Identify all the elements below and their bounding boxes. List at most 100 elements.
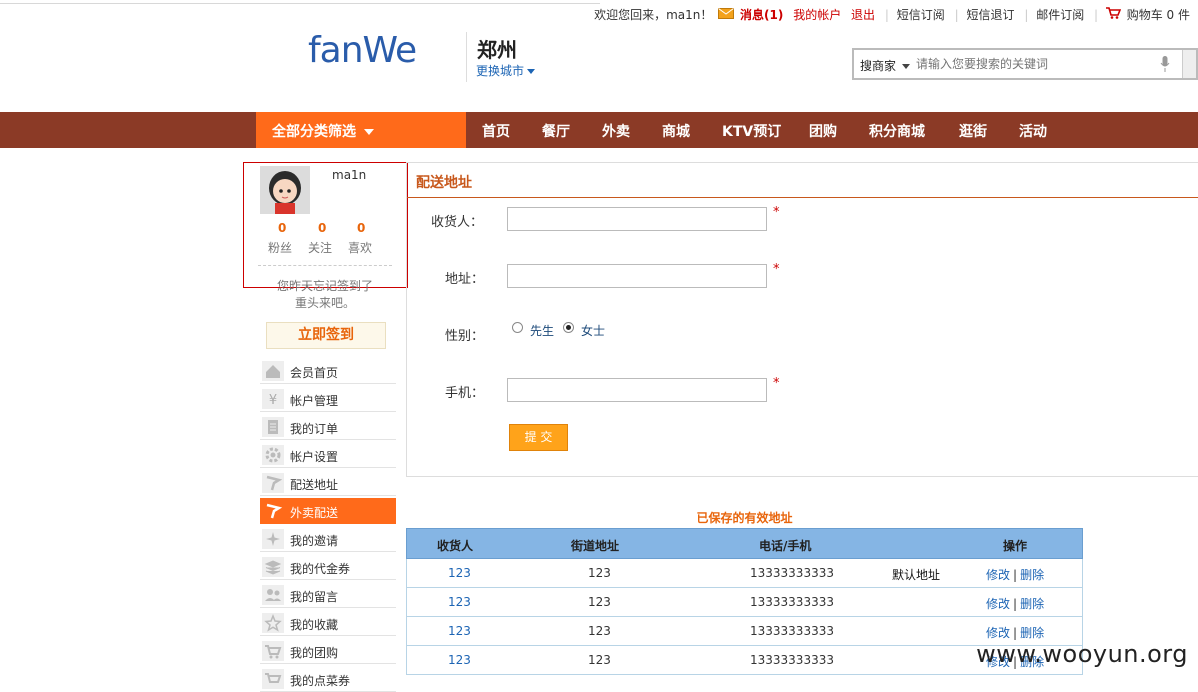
address-label: 地址： <box>445 272 485 287</box>
edit-link[interactable]: 修改 <box>986 597 1010 611</box>
star-icon <box>262 613 284 633</box>
menu-item-member-home[interactable]: 会员首页 <box>260 358 396 384</box>
caret-down-icon <box>902 64 911 69</box>
search-category-select[interactable]: 搜商家 <box>860 57 911 74</box>
nav-item-groupbuy[interactable]: 团购 <box>809 121 837 141</box>
receiver-cell[interactable]: 123 <box>448 624 471 638</box>
saved-addresses-title: 已保存的有效地址 <box>696 511 793 525</box>
search-box: 搜商家 <box>852 48 1198 80</box>
follow-count[interactable]: 0 <box>318 221 326 235</box>
sms-unsubscribe-link[interactable]: 短信退订 <box>966 8 1014 22</box>
receiver-cell[interactable]: 123 <box>448 653 471 667</box>
watermark: www.wooyun.org <box>976 640 1188 668</box>
cart-icon[interactable] <box>1105 7 1125 22</box>
sign-in-button[interactable]: 立即签到 <box>266 322 386 349</box>
caret-down-icon <box>364 129 374 135</box>
menu-item-label: 我的留言 <box>290 590 339 604</box>
messages-link[interactable]: 消息(1) <box>740 8 783 22</box>
menu-item-label: 我的团购 <box>290 646 339 660</box>
menu-item-account-settings[interactable]: 帐户设置 <box>260 442 396 468</box>
default-address-badge[interactable]: 默认地址 <box>892 566 940 583</box>
receiver-input[interactable] <box>507 207 767 231</box>
receiver-cell[interactable]: 123 <box>448 566 471 580</box>
menu-item-my-dish-vouchers[interactable]: 我的点菜券 <box>260 666 396 692</box>
divider: | <box>884 8 889 22</box>
delete-link[interactable]: 删除 <box>1020 568 1044 582</box>
welcome-text: 欢迎您回来，ma1n！ <box>594 8 713 22</box>
nav-item-points-mall[interactable]: 积分商城 <box>869 121 925 141</box>
sign-hint: 您昨天忘记签到了 重头来吧。 <box>262 278 388 312</box>
sms-subscribe-link[interactable]: 短信订阅 <box>897 8 945 22</box>
phone-input[interactable] <box>507 378 767 402</box>
street-cell: 123 <box>588 653 611 667</box>
change-city-link[interactable]: 更换城市 <box>476 62 536 79</box>
menu-item-label: 帐户管理 <box>290 394 339 408</box>
table-row: 123 123 13333333333 修改 | 删除 <box>406 588 1083 617</box>
all-categories-button[interactable]: 全部分类筛选 <box>256 112 466 148</box>
gender-female-radio[interactable] <box>563 322 574 333</box>
mail-icon[interactable] <box>718 8 738 22</box>
menu-item-my-messages[interactable]: 我的留言 <box>260 582 396 608</box>
menu-item-label: 会员首页 <box>290 366 339 380</box>
all-categories-label: 全部分类筛选 <box>272 124 356 140</box>
menu-item-delivery-address[interactable]: 配送地址 <box>260 470 396 496</box>
likes-count[interactable]: 0 <box>357 221 365 235</box>
search-category-label: 搜商家 <box>860 59 897 73</box>
divider: | <box>1024 8 1029 22</box>
divider: | <box>1013 626 1018 640</box>
nav-item-home[interactable]: 首页 <box>482 121 510 141</box>
street-cell: 123 <box>588 566 611 580</box>
my-account-link[interactable]: 我的帐户 <box>793 8 841 22</box>
nav-item-restaurant[interactable]: 餐厅 <box>542 121 570 141</box>
nav-item-mall[interactable]: 商城 <box>662 121 690 141</box>
header-divider <box>466 32 467 82</box>
gender-female-label[interactable]: 女士 <box>581 322 605 339</box>
menu-item-label: 我的代金券 <box>290 562 351 576</box>
browser-tab-strip <box>0 0 600 4</box>
submit-button[interactable]: 提 交 <box>509 424 568 451</box>
avatar[interactable] <box>260 166 310 214</box>
menu-item-my-orders[interactable]: 我的订单 <box>260 414 396 440</box>
logout-link[interactable]: 退出 <box>851 8 875 22</box>
site-logo[interactable]: fanWe <box>308 30 428 71</box>
likes-label: 喜欢 <box>348 241 373 255</box>
delete-link[interactable]: 删除 <box>1020 597 1044 611</box>
delete-link[interactable]: 删除 <box>1020 626 1044 640</box>
edit-link[interactable]: 修改 <box>986 568 1010 582</box>
logo-text: fanWe <box>308 30 417 71</box>
menu-item-takeout-delivery[interactable]: 外卖配送 <box>260 498 396 524</box>
operations-cell: 修改 | 删除 <box>986 595 1044 612</box>
fans-count[interactable]: 0 <box>278 221 286 235</box>
column-header: 街道地址 <box>571 539 620 553</box>
nav-item-activities[interactable]: 活动 <box>1019 121 1047 141</box>
menu-item-account-manage[interactable]: ¥ 帐户管理 <box>260 386 396 412</box>
panel-title: 配送地址 <box>416 175 472 191</box>
sign-hint-line-2: 重头来吧。 <box>294 296 355 310</box>
email-subscribe-link[interactable]: 邮件订阅 <box>1036 8 1084 22</box>
phone-cell: 13333333333 <box>750 653 834 667</box>
menu-item-my-invites[interactable]: 我的邀请 <box>260 526 396 552</box>
street-cell: 123 <box>588 595 611 609</box>
street-cell: 123 <box>588 624 611 638</box>
cart-link[interactable]: 购物车 0 件 <box>1127 8 1190 22</box>
menu-item-label: 配送地址 <box>290 478 339 492</box>
nav-item-takeout[interactable]: 外卖 <box>602 121 630 141</box>
search-input[interactable] <box>916 52 1156 76</box>
menu-item-my-groupbuy[interactable]: 我的团购 <box>260 638 396 664</box>
divider: | <box>954 8 959 22</box>
menu-item-my-favorites[interactable]: 我的收藏 <box>260 610 396 636</box>
search-button[interactable] <box>1182 50 1196 78</box>
gender-male-radio[interactable] <box>512 322 523 333</box>
nav-item-shopping[interactable]: 逛街 <box>959 121 987 141</box>
microphone-icon[interactable] <box>1160 56 1170 72</box>
receiver-cell[interactable]: 123 <box>448 595 471 609</box>
nav-item-ktv[interactable]: KTV预订 <box>722 121 781 141</box>
address-input[interactable] <box>507 264 767 288</box>
sparkle-icon <box>262 529 284 549</box>
layers-icon <box>262 557 284 577</box>
gender-male-label[interactable]: 先生 <box>530 322 554 339</box>
svg-text:¥: ¥ <box>269 393 277 408</box>
edit-link[interactable]: 修改 <box>986 626 1010 640</box>
menu-item-my-vouchers[interactable]: 我的代金券 <box>260 554 396 580</box>
users-icon <box>262 585 284 605</box>
